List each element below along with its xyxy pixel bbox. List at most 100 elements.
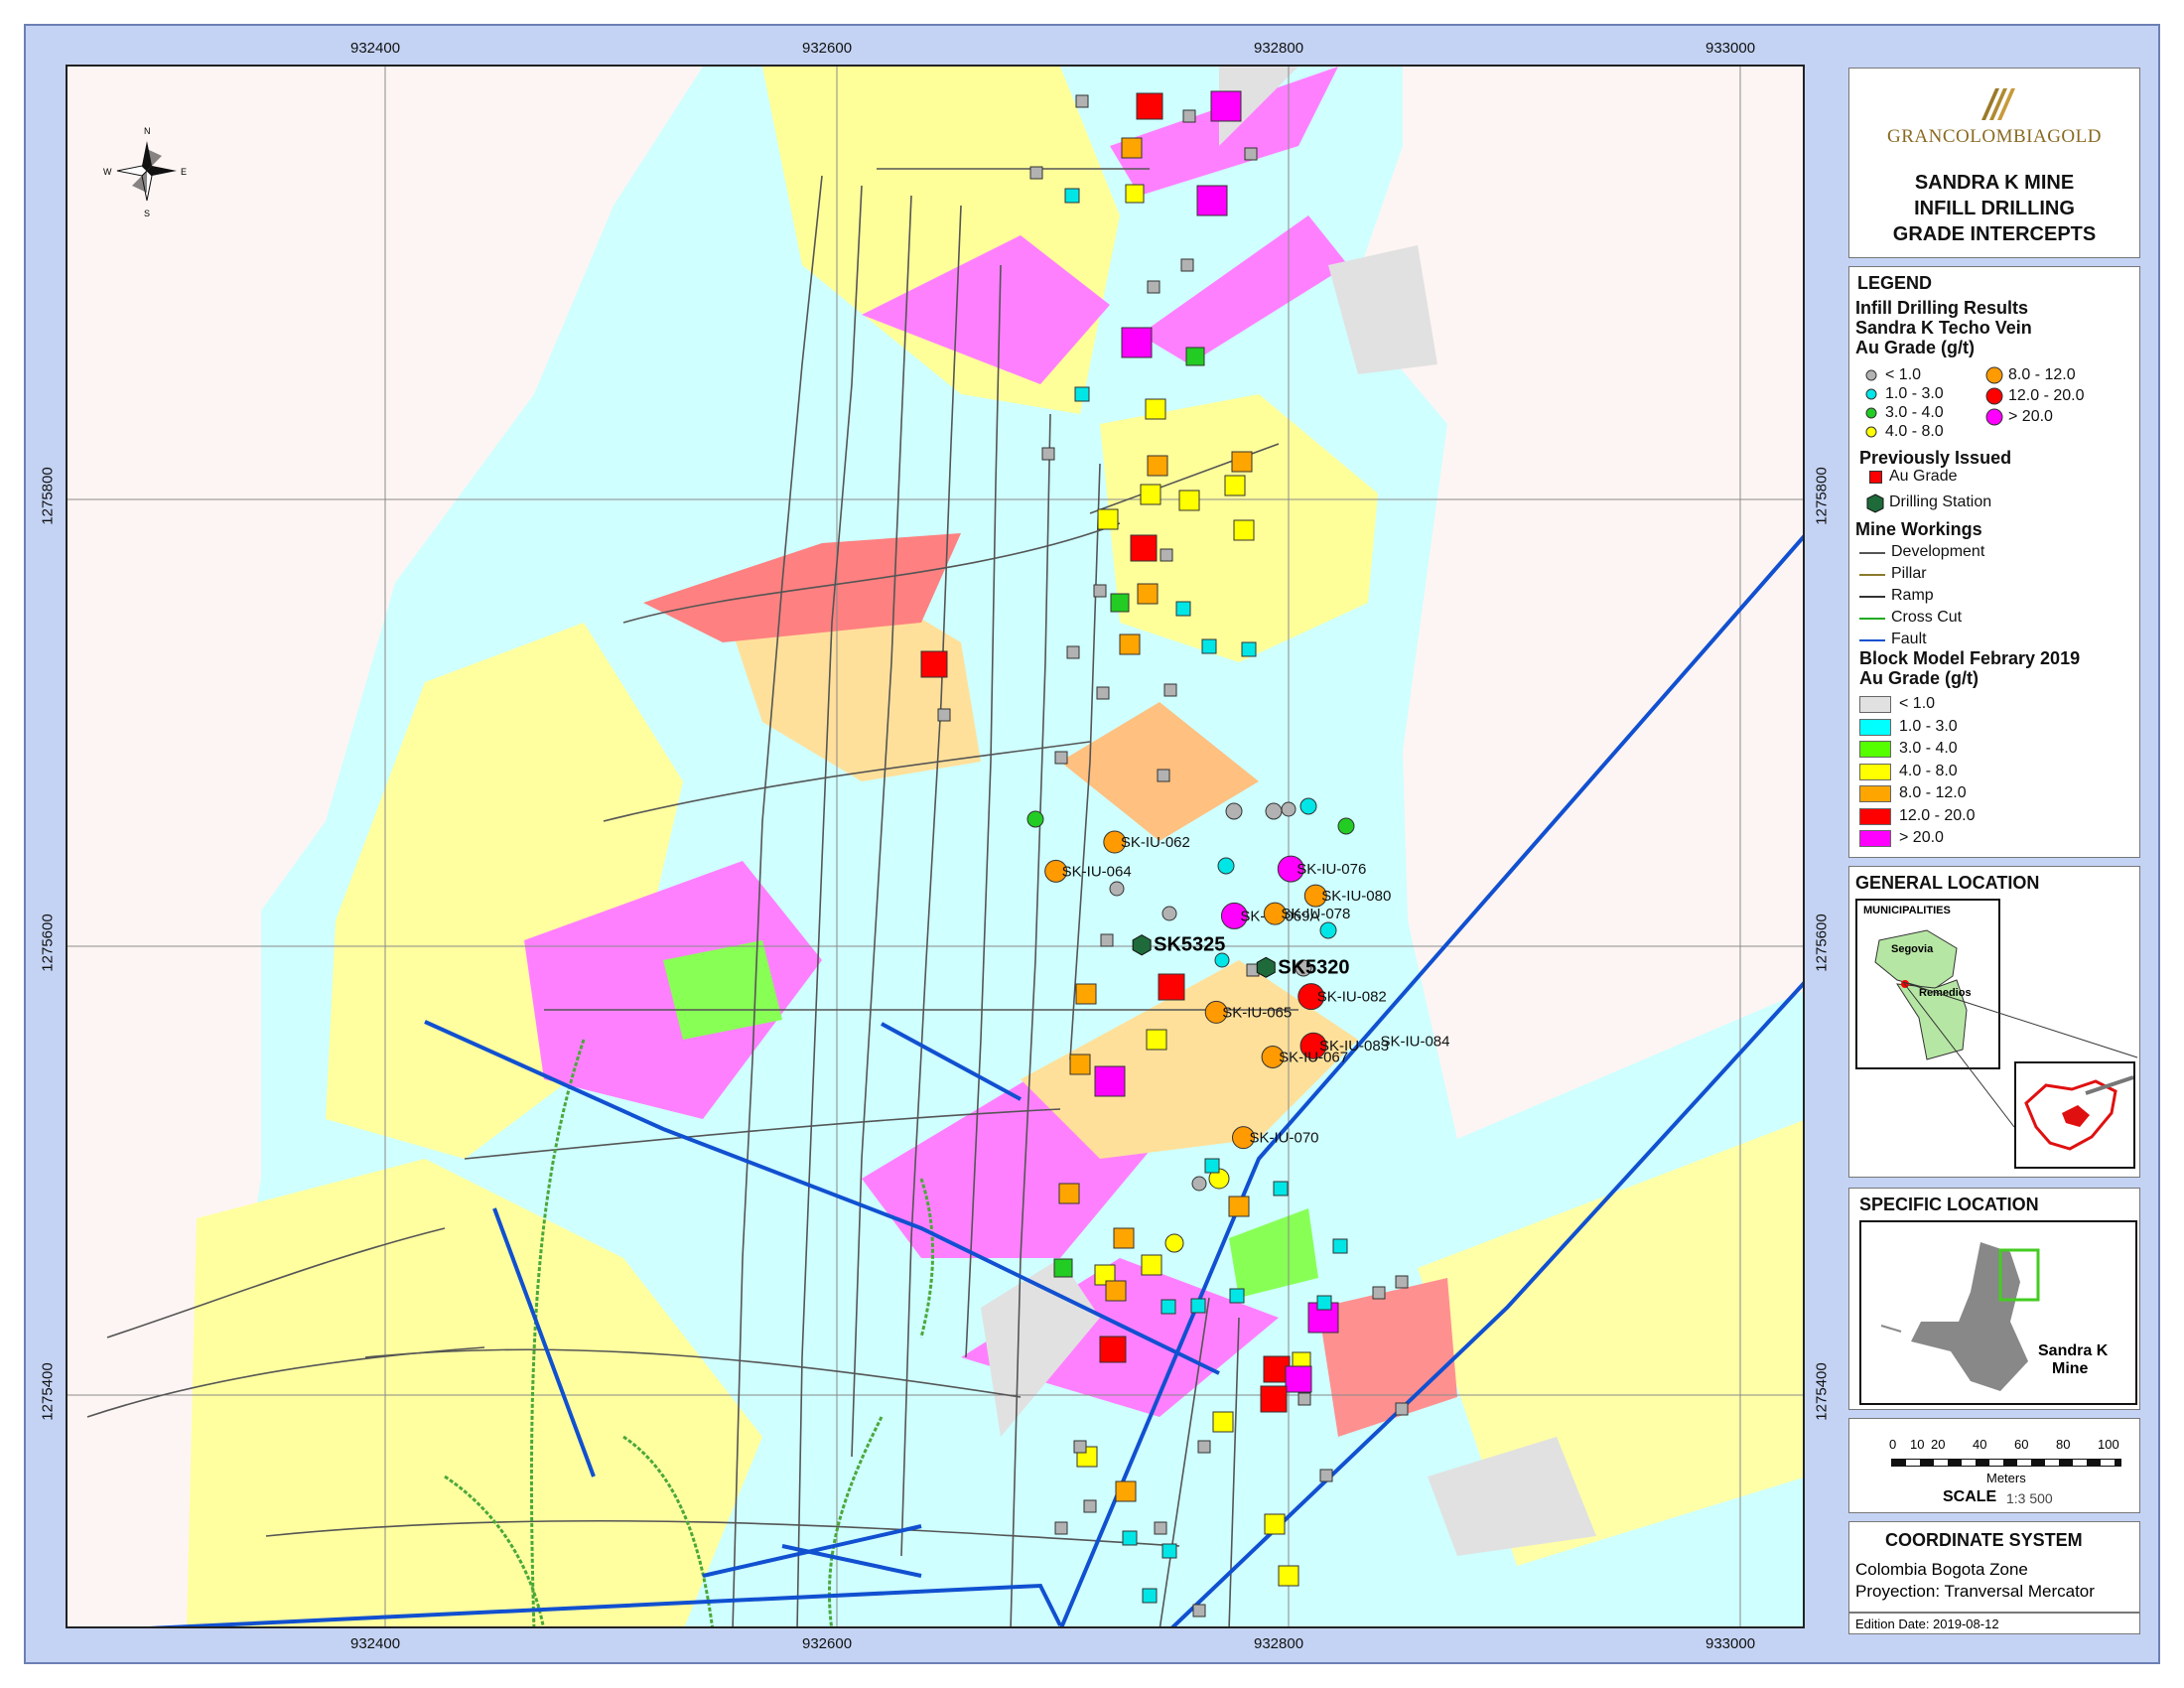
previous-intercept-marker[interactable]	[1099, 1336, 1127, 1363]
previous-intercept-marker[interactable]	[1122, 1530, 1138, 1546]
previous-intercept-marker[interactable]	[1145, 398, 1166, 420]
previous-intercept-marker[interactable]	[1147, 280, 1160, 294]
previous-intercept-marker[interactable]	[1093, 584, 1107, 598]
previous-intercept-marker[interactable]	[1229, 1288, 1245, 1304]
previous-intercept-marker[interactable]	[1158, 973, 1185, 1001]
hole-marker[interactable]	[1161, 906, 1177, 921]
previous-intercept-marker[interactable]	[1244, 147, 1258, 161]
previous-intercept-marker[interactable]	[1130, 534, 1158, 562]
previous-intercept-marker[interactable]	[1075, 983, 1097, 1005]
previous-intercept-marker[interactable]	[1160, 548, 1173, 562]
previous-intercept-marker[interactable]	[1241, 641, 1257, 657]
previous-intercept-marker[interactable]	[1115, 1480, 1137, 1502]
previous-intercept-marker[interactable]	[1278, 1565, 1299, 1587]
previous-intercept-marker[interactable]	[1074, 386, 1090, 402]
previous-intercept-marker[interactable]	[1113, 1227, 1135, 1249]
previous-intercept-marker[interactable]	[1125, 184, 1145, 204]
previous-intercept-marker[interactable]	[1182, 109, 1196, 123]
previous-intercept-marker[interactable]	[1273, 1181, 1289, 1196]
previous-intercept-marker[interactable]	[920, 650, 948, 678]
hole-marker[interactable]	[1164, 1233, 1184, 1253]
hole-marker[interactable]	[1217, 857, 1235, 875]
previous-intercept-marker[interactable]	[1212, 1411, 1234, 1433]
hole-marker[interactable]	[1225, 802, 1243, 820]
map-title-line-1: SANDRA K MINE	[1914, 172, 2075, 194]
previous-intercept-marker[interactable]	[1140, 484, 1161, 505]
previous-intercept-marker[interactable]	[1069, 1054, 1091, 1075]
previous-intercept-marker[interactable]	[1192, 1604, 1206, 1618]
previous-intercept-marker[interactable]	[1332, 1238, 1348, 1254]
previous-intercept-marker[interactable]	[1210, 90, 1242, 122]
previous-intercept-marker[interactable]	[1137, 583, 1159, 605]
previous-intercept-marker[interactable]	[1058, 1183, 1080, 1204]
previous-intercept-marker[interactable]	[1054, 751, 1068, 765]
previous-intercept-marker[interactable]	[1228, 1196, 1250, 1217]
hole-marker[interactable]	[1319, 921, 1337, 939]
previous-intercept-marker[interactable]	[1319, 1469, 1333, 1482]
previous-intercept-marker[interactable]	[1073, 1440, 1087, 1454]
previous-intercept-marker[interactable]	[1180, 258, 1194, 272]
drilling-station-icon[interactable]	[1256, 956, 1276, 978]
mine-label-line-2: Mine	[2052, 1360, 2089, 1377]
previous-intercept-marker[interactable]	[1136, 92, 1163, 120]
previous-intercept-marker[interactable]	[1066, 645, 1080, 659]
map-svg: SK-IU-062SK-IU-064SK-IU-069ASK-IU-076SK-…	[68, 67, 1803, 1626]
hole-marker[interactable]	[1281, 801, 1297, 817]
previous-intercept-marker[interactable]	[1083, 1499, 1097, 1513]
infill-class-label: 1.0 - 3.0	[1885, 385, 1944, 402]
previous-intercept-marker[interactable]	[1142, 1588, 1158, 1604]
previous-intercept-marker[interactable]	[1141, 1254, 1162, 1276]
previous-intercept-marker[interactable]	[1121, 137, 1143, 159]
previous-intercept-marker[interactable]	[1105, 1280, 1127, 1302]
hole-marker[interactable]	[1265, 802, 1283, 820]
previous-intercept-marker[interactable]	[1075, 94, 1089, 108]
previous-intercept-marker[interactable]	[1121, 327, 1153, 358]
map-canvas[interactable]: SK-IU-062SK-IU-064SK-IU-069ASK-IU-076SK-…	[66, 65, 1805, 1628]
previous-intercept-marker[interactable]	[1197, 1440, 1211, 1454]
previous-intercept-marker[interactable]	[937, 708, 951, 722]
previous-intercept-marker[interactable]	[1163, 683, 1177, 697]
edition-date: Edition Date: 2019-08-12	[1848, 1613, 2140, 1634]
hole-marker[interactable]	[1337, 817, 1355, 835]
previous-intercept-marker[interactable]	[1054, 1521, 1068, 1535]
previous-intercept-marker[interactable]	[1110, 593, 1130, 613]
previous-intercept-marker[interactable]	[1297, 1392, 1311, 1406]
previous-intercept-marker[interactable]	[1096, 686, 1110, 700]
previous-intercept-marker[interactable]	[1154, 1521, 1167, 1535]
hole-marker[interactable]	[1026, 810, 1044, 828]
previous-intercept-marker[interactable]	[1233, 519, 1255, 541]
previous-intercept-marker[interactable]	[1029, 166, 1043, 180]
previous-intercept-marker[interactable]	[1264, 1513, 1286, 1535]
previous-intercept-marker[interactable]	[1395, 1275, 1409, 1289]
previous-intercept-marker[interactable]	[1190, 1298, 1206, 1314]
previous-intercept-marker[interactable]	[1175, 601, 1191, 617]
previous-intercept-marker[interactable]	[1097, 508, 1119, 530]
previous-intercept-marker[interactable]	[1160, 1299, 1176, 1315]
previous-intercept-marker[interactable]	[1119, 633, 1141, 655]
previous-intercept-marker[interactable]	[1161, 1543, 1177, 1559]
previous-intercept-marker[interactable]	[1316, 1295, 1332, 1311]
previous-intercept-marker[interactable]	[1231, 451, 1253, 473]
previous-intercept-marker[interactable]	[1178, 490, 1200, 511]
previous-intercept-marker[interactable]	[1100, 933, 1114, 947]
hole-marker[interactable]	[1109, 881, 1125, 897]
previous-intercept-marker[interactable]	[1372, 1286, 1386, 1300]
previous-intercept-marker[interactable]	[1201, 638, 1217, 654]
previous-intercept-marker[interactable]	[1064, 188, 1080, 204]
previous-intercept-marker[interactable]	[1157, 769, 1170, 782]
hole-marker[interactable]	[1299, 797, 1317, 815]
previous-intercept-marker[interactable]	[1260, 1385, 1288, 1413]
previous-intercept-marker[interactable]	[1196, 185, 1228, 216]
previous-intercept-marker[interactable]	[1395, 1402, 1409, 1416]
previous-intercept-marker[interactable]	[1146, 1029, 1167, 1051]
previous-intercept-marker[interactable]	[1204, 1158, 1220, 1174]
hole-marker[interactable]	[1191, 1176, 1207, 1192]
previous-intercept-marker[interactable]	[1147, 455, 1168, 477]
previous-intercept-marker[interactable]	[1185, 347, 1205, 366]
previous-intercept-marker[interactable]	[1041, 447, 1055, 461]
previous-intercept-marker[interactable]	[1053, 1258, 1073, 1278]
previous-intercept-marker[interactable]	[1224, 475, 1246, 496]
drilling-station-icon[interactable]	[1132, 934, 1152, 956]
previous-intercept-marker[interactable]	[1285, 1365, 1312, 1393]
previous-intercept-marker[interactable]	[1094, 1065, 1126, 1097]
